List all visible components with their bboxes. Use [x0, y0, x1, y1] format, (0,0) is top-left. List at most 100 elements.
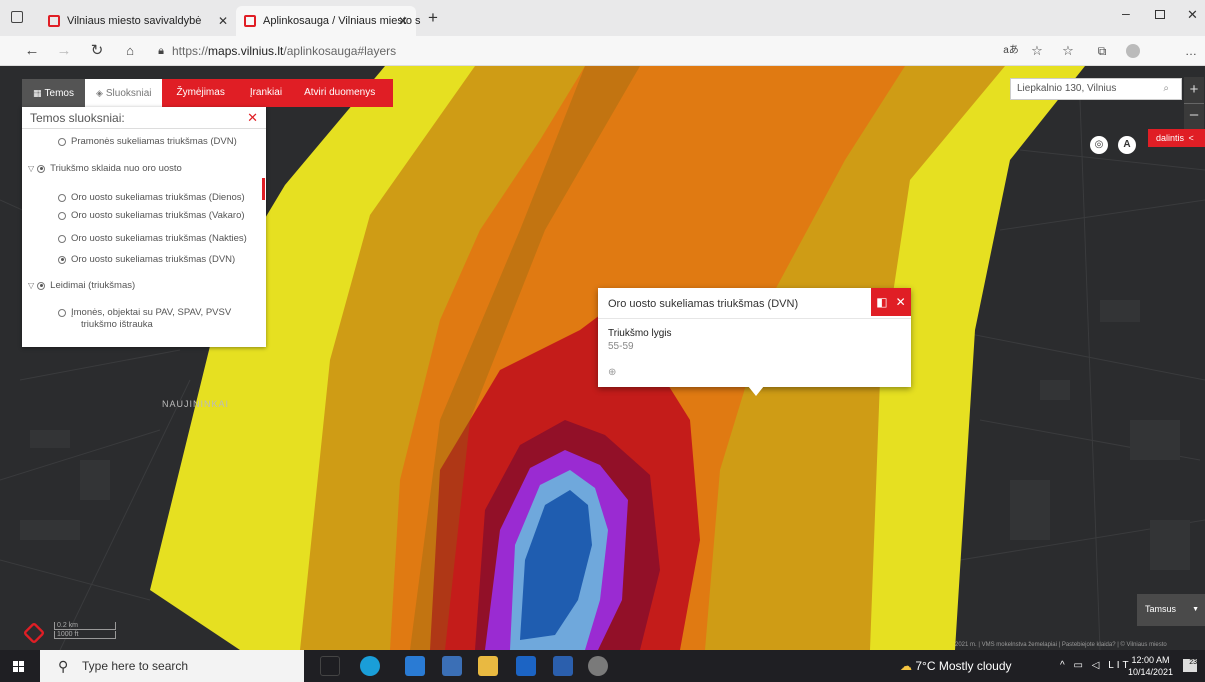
share-button[interactable]: dalintis < [1148, 129, 1205, 147]
add-favorite-icon[interactable]: ☆ [1026, 41, 1048, 61]
tab-title: Aplinkosauga / Vilniaus miesto s [263, 15, 421, 27]
taskbar-search[interactable]: ⚲ Type here to search [40, 650, 304, 682]
layers-panel: Temos sluoksniai: ✕ Pramonės sukeliamas … [22, 107, 266, 347]
layers-icon: ◈ [95, 88, 103, 98]
home-icon[interactable]: ⌂ [119, 41, 141, 61]
outlook-icon[interactable] [516, 656, 536, 676]
url-field[interactable]: https://maps.vilnius.lt/aplinkosauga#lay… [172, 44, 396, 58]
tab-zymejimas[interactable]: Žymėjimas [162, 79, 236, 107]
volume-icon[interactable]: ◁ [1092, 660, 1103, 671]
search-icon[interactable]: ⌕ [1163, 79, 1169, 99]
system-tray[interactable]: ^ ▭ ◁ LIT [1060, 660, 1132, 671]
layer-group-item[interactable]: ▽ Leidimai (triukšmas) [28, 280, 135, 291]
zoom-control: + – [1184, 77, 1204, 129]
paint-icon[interactable] [588, 656, 608, 676]
panel-scrollbar[interactable] [262, 178, 265, 200]
layer-group-item[interactable]: ▽ Triukšmo sklaida nuo oro uosto [28, 163, 182, 174]
lock-icon: 🔒︎ [158, 45, 164, 57]
minimize-icon[interactable]: – [1122, 5, 1130, 21]
close-icon[interactable]: ✕ [247, 110, 258, 126]
layer-item-text: Įmonės, objektai su PAV, SPAV, PVSV triu… [71, 307, 231, 331]
tab-atviri-duomenys[interactable]: Atviri duomenys [293, 79, 394, 107]
radio-icon[interactable] [58, 255, 66, 264]
panel-tabs: ▦ Temos ◈ Sluoksniai Žymėjimas Įrankiai At… [22, 79, 394, 107]
back-icon[interactable]: ← [21, 41, 43, 61]
layers-grid-icon: ▦ [33, 88, 42, 98]
word-icon[interactable] [553, 656, 573, 676]
layers-panel-header: Temos sluoksniai: [22, 107, 266, 129]
favorites-icon[interactable]: ☆ [1057, 41, 1079, 61]
radio-icon[interactable] [37, 164, 46, 173]
dock-icon[interactable]: ◧ [876, 295, 887, 309]
search-icon: ⚲ [58, 658, 69, 674]
collections-icon[interactable]: ⧉ [1091, 41, 1113, 61]
cloud-sun-icon: ☁ [900, 659, 912, 673]
read-aloud-icon[interactable]: aあ [1000, 41, 1022, 61]
refresh-icon[interactable]: ↻ [86, 41, 108, 61]
chevron-up-icon[interactable]: ^ [1060, 660, 1068, 671]
chevron-down-icon[interactable]: ▽ [28, 164, 34, 173]
more-icon[interactable]: … [1180, 41, 1202, 61]
tab-title: Vilniaus miesto savivaldybė [67, 15, 202, 27]
chevron-down-icon: ▼ [1192, 606, 1199, 613]
windows-start-icon[interactable] [13, 661, 24, 672]
close-tab-icon[interactable]: ✕ [218, 14, 228, 28]
tab-actions-icon[interactable] [11, 11, 23, 23]
share-icon: < [1188, 133, 1194, 143]
clock-time: 12:00 AM [1131, 655, 1170, 665]
layer-item[interactable]: Oro uosto sukeliamas triukšmas (Nakties) [58, 233, 247, 244]
close-window-icon[interactable]: ✕ [1187, 7, 1198, 23]
file-explorer-icon[interactable] [478, 656, 498, 676]
mail-icon[interactable] [405, 656, 425, 676]
popup-divider [598, 318, 911, 319]
locate-icon[interactable]: ◎ [1090, 136, 1108, 154]
zoom-in-button[interactable]: + [1184, 77, 1204, 103]
profile-avatar[interactable] [1122, 41, 1144, 61]
popup-title: Oro uosto sukeliamas triukšmas (DVN) [608, 298, 799, 310]
new-tab-button[interactable]: + [428, 8, 438, 28]
forward-icon[interactable]: → [53, 41, 75, 61]
edge-icon[interactable] [360, 656, 380, 676]
tab-irankiai[interactable]: Įrankiai [235, 79, 294, 107]
radio-icon[interactable] [58, 193, 66, 202]
tab-temos[interactable]: ▦ Temos [22, 79, 85, 107]
maximize-icon[interactable] [1155, 10, 1165, 19]
layer-item[interactable]: Oro uosto sukeliamas triukšmas (DVN) [58, 254, 235, 265]
map-credits: 2021 m. | VMS mokelnstva žemelapiai | Pa… [955, 642, 1167, 648]
popup-pointer [748, 386, 764, 396]
scale-bar: 0.2 km 1000 ft [54, 622, 116, 640]
radio-icon[interactable] [58, 309, 66, 317]
network-icon[interactable]: ▭ [1073, 660, 1085, 671]
layer-item[interactable]: Pramonės sukeliamas triukšmas (DVN) [58, 136, 237, 147]
chevron-down-icon[interactable]: ▽ [28, 281, 34, 290]
popup-controls: ◧ ✕ [871, 288, 911, 316]
zoom-out-button[interactable]: – [1184, 103, 1204, 129]
scale-ft: 1000 ft [54, 631, 116, 639]
layer-item[interactable]: Oro uosto sukeliamas triukšmas (Vakaro) [58, 210, 245, 221]
radio-icon[interactable] [37, 281, 46, 290]
radio-icon[interactable] [58, 137, 66, 146]
taskbar-clock[interactable]: 12:00 AM 10/14/2021 [1128, 654, 1173, 678]
notifications-icon[interactable]: 23 [1183, 659, 1197, 672]
feature-popup: Oro uosto sukeliamas triukšmas (DVN) ◧ ✕ … [598, 288, 911, 387]
layer-item[interactable]: Oro uosto sukeliamas triukšmas (Dienos) [58, 192, 245, 203]
vilnius-favicon-icon [48, 15, 60, 27]
zoom-to-icon[interactable]: ⊕ [608, 367, 616, 378]
layer-item[interactable]: Įmonės, objektai su PAV, SPAV, PVSV triu… [58, 307, 231, 331]
basemap-switcher[interactable]: Tamsus ▼ [1137, 594, 1205, 626]
weather-widget[interactable]: ☁ 7°C Mostly cloudy [900, 659, 1012, 673]
tab-vilnius-municipality[interactable]: Vilniaus miesto savivaldybė ✕ [40, 6, 236, 36]
radio-icon[interactable] [58, 211, 66, 220]
close-icon[interactable]: ✕ [896, 295, 906, 309]
layer-item-label: Įmonės, objektai su PAV, SPAV, PVSV [71, 307, 232, 318]
store-icon[interactable] [442, 656, 462, 676]
district-label-naujininkai: NAUJININKAI [162, 399, 230, 409]
tab-sluoksniai[interactable]: ◈ Sluoksniai [84, 79, 163, 107]
address-search-input[interactable]: Liepkalnio 130, Vilnius ⌕ [1010, 78, 1182, 100]
task-view-icon[interactable] [320, 656, 340, 676]
browser-tab-bar: Vilniaus miesto savivaldybė ✕ Aplinkosau… [0, 0, 1205, 36]
tab-aplinkosauga[interactable]: Aplinkosauga / Vilniaus miesto s ✕ [236, 6, 421, 36]
close-tab-icon[interactable]: ✕ [398, 14, 408, 28]
accessibility-icon[interactable]: A [1118, 136, 1136, 154]
radio-icon[interactable] [58, 234, 66, 243]
